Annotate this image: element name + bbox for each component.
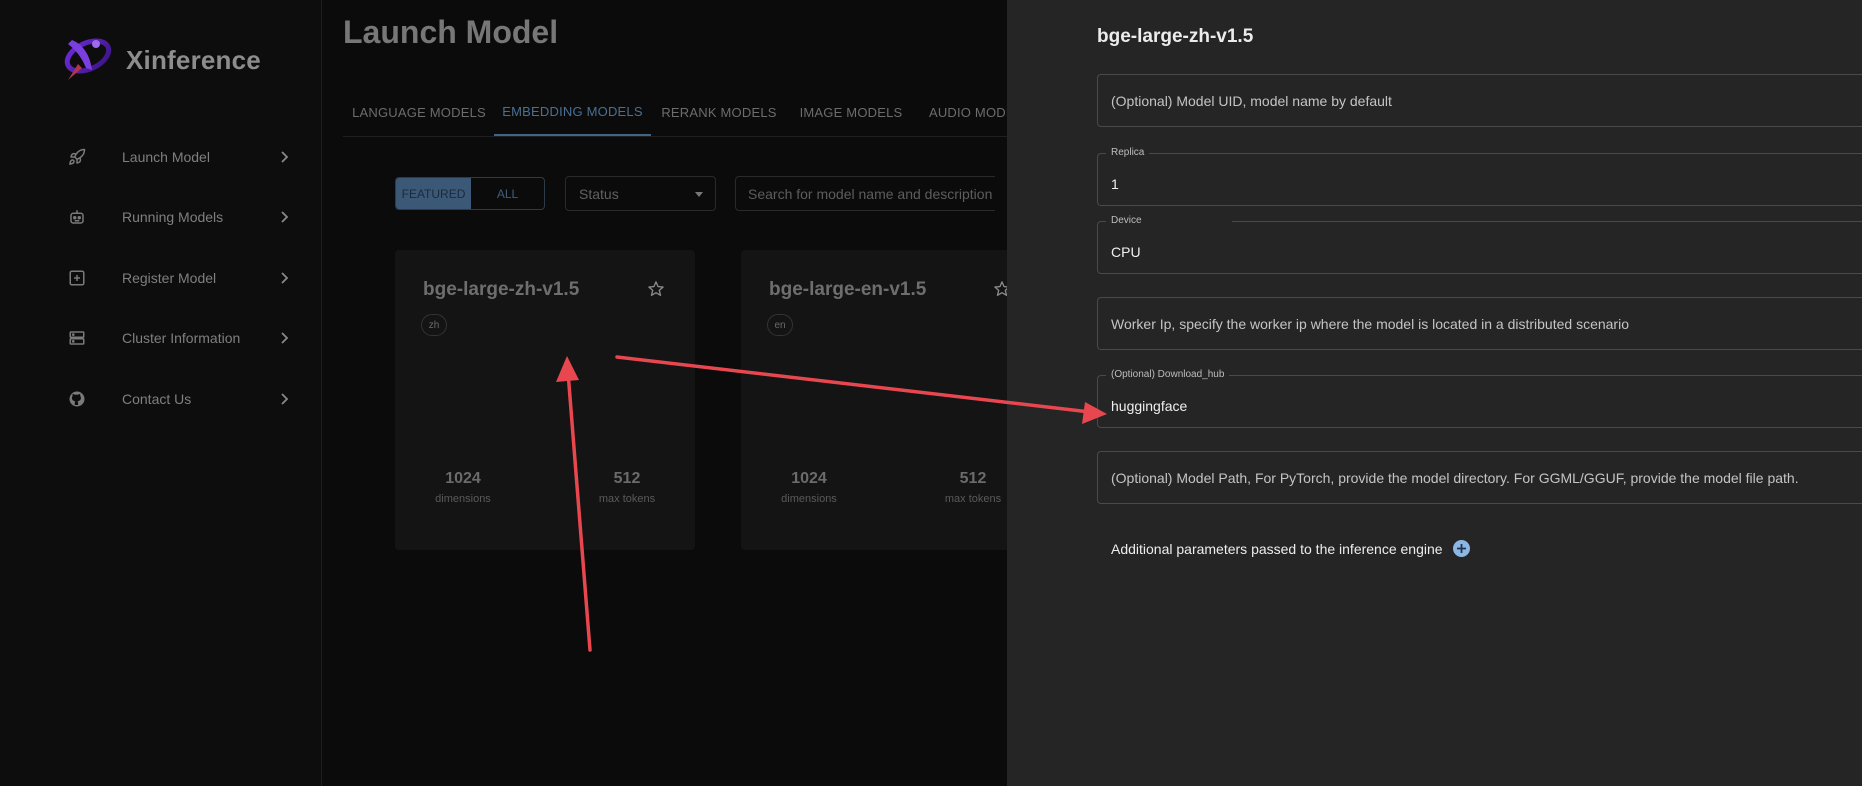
github-icon bbox=[62, 390, 92, 408]
sidebar-item-label: Running Models bbox=[122, 209, 224, 225]
max-tokens-label: max tokens bbox=[598, 493, 656, 505]
sidebar-item-launch-model[interactable]: Launch Model bbox=[62, 137, 292, 177]
worker-ip-field bbox=[1097, 297, 1862, 350]
robot-icon bbox=[62, 208, 92, 226]
status-select[interactable]: Status bbox=[565, 176, 716, 211]
language-tag: zh bbox=[421, 314, 447, 336]
sidebar-item-cluster-information[interactable]: Cluster Information bbox=[62, 318, 292, 358]
chevron-right-icon bbox=[276, 332, 292, 344]
device-label: Device bbox=[1106, 215, 1232, 226]
replica-field: Replica bbox=[1097, 147, 1862, 206]
dimensions-stat: 1024 dimensions bbox=[749, 470, 869, 505]
model-uid-field bbox=[1097, 74, 1862, 127]
drawer-title: bge-large-zh-v1.5 bbox=[1097, 26, 1254, 47]
tab-language-models[interactable]: LANGUAGE MODELS bbox=[343, 88, 495, 136]
featured-toggle-button[interactable]: FEATURED bbox=[396, 178, 471, 209]
dimensions-stat: 1024 dimensions bbox=[403, 470, 523, 505]
sidebar-item-register-model[interactable]: Register Model bbox=[62, 258, 292, 298]
add-parameter-button[interactable] bbox=[1452, 540, 1470, 557]
sidebar-item-label: Contact Us bbox=[122, 391, 192, 407]
server-icon bbox=[62, 329, 92, 347]
replica-label: Replica bbox=[1106, 147, 1150, 158]
model-uid-input[interactable] bbox=[1111, 75, 1851, 126]
sidebar-item-running-models[interactable]: Running Models bbox=[62, 197, 292, 237]
featured-all-toggle: FEATURED ALL bbox=[395, 177, 545, 210]
dimensions-label: dimensions bbox=[781, 493, 837, 505]
device-select[interactable] bbox=[1111, 230, 1851, 273]
download-hub-field: (Optional) Download_hub bbox=[1097, 369, 1862, 428]
model-card-title: bge-large-en-v1.5 bbox=[769, 279, 927, 300]
dimensions-value: 1024 bbox=[445, 470, 481, 487]
dimensions-label: dimensions bbox=[435, 493, 491, 505]
download-hub-select[interactable] bbox=[1111, 384, 1851, 427]
model-card-title: bge-large-zh-v1.5 bbox=[423, 279, 580, 300]
dimensions-value: 1024 bbox=[791, 470, 827, 487]
brand[interactable]: Xinference bbox=[58, 30, 261, 91]
star-outline-icon[interactable] bbox=[647, 280, 665, 303]
model-path-input[interactable] bbox=[1111, 452, 1851, 503]
model-search-input[interactable] bbox=[735, 176, 995, 211]
sidebar-item-label: Launch Model bbox=[122, 149, 210, 165]
chevron-right-icon bbox=[276, 272, 292, 284]
page-title: Launch Model bbox=[343, 14, 559, 50]
xinference-logo-icon bbox=[58, 30, 114, 91]
chevron-right-icon bbox=[276, 151, 292, 163]
sidebar-item-label: Register Model bbox=[122, 270, 217, 286]
additional-parameters-label: Additional parameters passed to the infe… bbox=[1111, 540, 1443, 557]
tab-embedding-models[interactable]: EMBEDDING MODELS bbox=[494, 88, 651, 136]
add-box-icon bbox=[62, 269, 92, 287]
caret-down-icon bbox=[695, 192, 703, 197]
sidebar-item-contact-us[interactable]: Contact Us bbox=[62, 379, 292, 419]
model-path-field bbox=[1097, 451, 1862, 504]
status-select-label: Status bbox=[579, 185, 619, 202]
rocket-icon bbox=[62, 148, 92, 166]
chevron-right-icon bbox=[276, 393, 292, 405]
model-card[interactable]: bge-large-zh-v1.5 zh 1024 dimensions 512… bbox=[395, 250, 695, 550]
model-card[interactable]: bge-large-en-v1.5 en 1024 dimensions 512… bbox=[741, 250, 1041, 550]
language-tag: en bbox=[767, 314, 793, 336]
chevron-right-icon bbox=[276, 211, 292, 223]
max-tokens-stat: 512 max tokens bbox=[567, 470, 687, 505]
sidebar-item-label: Cluster Information bbox=[122, 330, 241, 346]
all-toggle-button[interactable]: ALL bbox=[471, 178, 544, 209]
launch-model-drawer: bge-large-zh-v1.5 Replica Device (Option… bbox=[1007, 0, 1862, 786]
brand-name: Xinference bbox=[126, 45, 261, 75]
max-tokens-value: 512 bbox=[613, 470, 641, 487]
tab-image-models[interactable]: IMAGE MODELS bbox=[787, 88, 915, 136]
sidebar: Xinference Launch Model Running Models R… bbox=[0, 0, 322, 786]
worker-ip-input[interactable] bbox=[1111, 298, 1851, 349]
device-field: Device bbox=[1097, 215, 1862, 274]
replica-input[interactable] bbox=[1111, 162, 1851, 205]
additional-parameters-row: Additional parameters passed to the infe… bbox=[1111, 540, 1470, 557]
download-hub-label: (Optional) Download_hub bbox=[1106, 369, 1230, 380]
tab-rerank-models[interactable]: RERANK MODELS bbox=[651, 88, 787, 136]
